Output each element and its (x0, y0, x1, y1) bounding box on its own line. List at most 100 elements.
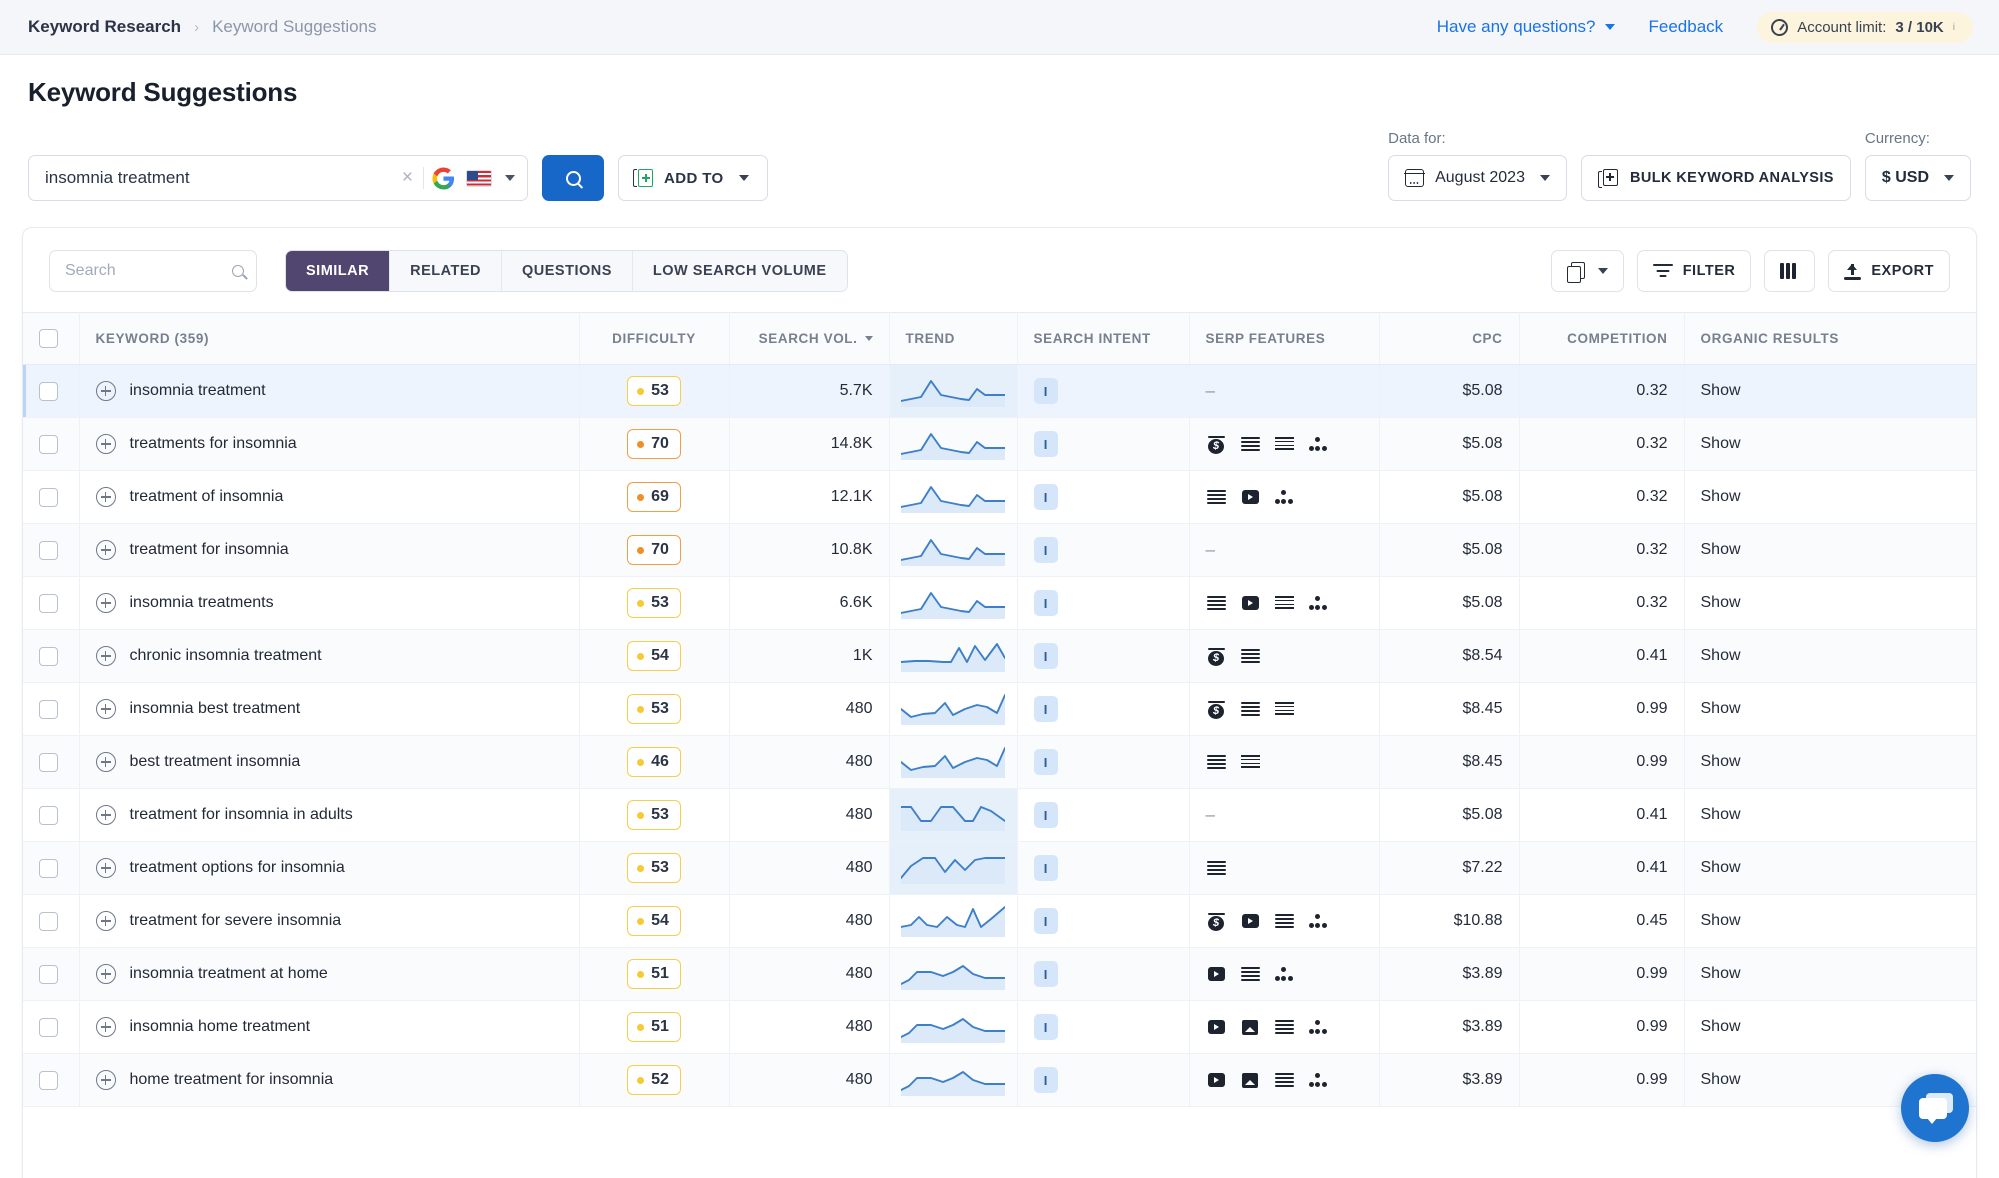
show-organic-results-link[interactable]: Show (1701, 965, 1741, 982)
table-row[interactable]: treatment options for insomnia 53 480 I $7.2… (23, 841, 1976, 895)
row-checkbox[interactable] (39, 1070, 58, 1090)
column-serp-features[interactable]: SERP FEATURES (1189, 312, 1380, 365)
currency-select[interactable]: $ USD (1864, 155, 1971, 201)
table-row[interactable]: treatment of insomnia 69 12.1K I $5.08 0.32 Sh… (23, 470, 1976, 524)
filter-button[interactable]: FILTER (1636, 250, 1752, 292)
row-checkbox[interactable] (39, 911, 58, 931)
us-flag-icon[interactable] (466, 169, 492, 187)
add-keyword-icon[interactable] (95, 1070, 116, 1090)
add-keyword-icon[interactable] (95, 487, 116, 507)
add-keyword-icon[interactable] (95, 593, 116, 613)
google-icon[interactable] (432, 166, 455, 190)
keyword-label[interactable]: treatment for insomnia in adults (130, 806, 353, 824)
add-keyword-icon[interactable] (95, 964, 116, 984)
show-organic-results-link[interactable]: Show (1701, 1018, 1741, 1035)
keyword-search-value[interactable]: insomnia treatment (45, 168, 394, 188)
keyword-label[interactable]: insomnia best treatment (130, 700, 301, 718)
keyword-label[interactable]: treatment of insomnia (130, 488, 284, 506)
show-organic-results-link[interactable]: Show (1701, 488, 1741, 505)
show-organic-results-link[interactable]: Show (1701, 647, 1741, 664)
add-to-button[interactable]: ADD TO (618, 155, 768, 201)
table-row[interactable]: insomnia best treatment 53 480 I $8.450.99 Sh… (23, 682, 1976, 736)
keyword-label[interactable]: home treatment for insomnia (130, 1071, 334, 1089)
keyword-label[interactable]: insomnia home treatment (130, 1018, 311, 1036)
row-checkbox[interactable] (39, 646, 58, 666)
column-organic-results[interactable]: ORGANIC RESULTS (1684, 312, 1976, 365)
show-organic-results-link[interactable]: Show (1701, 912, 1741, 929)
row-checkbox[interactable] (39, 381, 58, 401)
tab-low-search-volume[interactable]: LOW SEARCH VOLUME (632, 251, 847, 291)
table-row[interactable]: treatment for severe insomnia 54 480 I $10.8… (23, 894, 1976, 948)
show-organic-results-link[interactable]: Show (1701, 1071, 1741, 1088)
row-checkbox[interactable] (39, 964, 58, 984)
row-checkbox[interactable] (39, 805, 58, 825)
column-search-intent[interactable]: SEARCH INTENT (1017, 312, 1190, 365)
account-limit-badge[interactable]: Account limit: 3 / 10K i (1757, 11, 1973, 43)
add-keyword-icon[interactable] (95, 699, 116, 719)
chevron-down-icon[interactable] (505, 175, 515, 181)
row-checkbox[interactable] (39, 540, 58, 560)
show-organic-results-link[interactable]: Show (1701, 382, 1741, 399)
add-keyword-icon[interactable] (95, 752, 116, 772)
table-row[interactable]: treatment for insomnia 70 10.8K I – $5.08 0.32… (23, 523, 1976, 577)
keyword-label[interactable]: treatment for severe insomnia (130, 912, 342, 930)
show-organic-results-link[interactable]: Show (1701, 806, 1741, 823)
table-row[interactable]: chronic insomnia treatment 54 1K I $8.540.41… (23, 629, 1976, 683)
show-organic-results-link[interactable]: Show (1701, 435, 1741, 452)
row-checkbox[interactable] (39, 1017, 58, 1037)
row-checkbox[interactable] (39, 487, 58, 507)
table-row[interactable]: treatments for insomnia 70 14.8K I $5.080.32… (23, 417, 1976, 471)
keyword-label[interactable]: best treatment insomnia (130, 753, 301, 771)
tab-questions[interactable]: QUESTIONS (502, 251, 633, 291)
keyword-label[interactable]: insomnia treatments (130, 594, 274, 612)
table-row[interactable]: insomnia treatment 53 5.7K I – $5.08 0.32 Show (23, 364, 1976, 418)
export-button[interactable]: EXPORT (1828, 250, 1950, 292)
row-checkbox[interactable] (39, 752, 58, 772)
table-row[interactable]: best treatment insomnia 46 480 I $8.45 0.99 Sh… (23, 735, 1976, 789)
row-checkbox[interactable] (39, 858, 58, 878)
chat-widget-button[interactable] (1901, 1074, 1969, 1142)
have-questions-dropdown[interactable]: Have any questions? (1437, 17, 1615, 37)
add-keyword-icon[interactable] (95, 858, 116, 878)
row-checkbox[interactable] (39, 434, 58, 454)
column-cpc[interactable]: CPC (1379, 312, 1520, 365)
add-keyword-icon[interactable] (95, 540, 116, 560)
keyword-label[interactable]: chronic insomnia treatment (130, 647, 322, 665)
show-organic-results-link[interactable]: Show (1701, 859, 1741, 876)
column-keyword[interactable]: KEYWORD (359) (79, 312, 580, 365)
columns-button[interactable] (1764, 250, 1816, 292)
column-trend[interactable]: TREND (889, 312, 1018, 365)
keyword-label[interactable]: treatment options for insomnia (130, 859, 345, 877)
column-search-volume[interactable]: SEARCH VOL. (729, 312, 890, 365)
show-organic-results-link[interactable]: Show (1701, 594, 1741, 611)
add-keyword-icon[interactable] (95, 911, 116, 931)
keyword-label[interactable]: insomnia treatment (130, 382, 266, 400)
add-keyword-icon[interactable] (95, 434, 116, 454)
table-row[interactable]: insomnia treatment at home 51 480 I $3.89 0.9… (23, 947, 1976, 1001)
column-difficulty[interactable]: DIFFICULTY (579, 312, 730, 365)
add-keyword-icon[interactable] (95, 381, 116, 401)
show-organic-results-link[interactable]: Show (1701, 700, 1741, 717)
keyword-label[interactable]: insomnia treatment at home (130, 965, 328, 983)
add-keyword-icon[interactable] (95, 646, 116, 666)
keyword-label[interactable]: treatment for insomnia (130, 541, 289, 559)
feedback-link[interactable]: Feedback (1649, 17, 1724, 37)
show-organic-results-link[interactable]: Show (1701, 541, 1741, 558)
breadcrumb-root[interactable]: Keyword Research (28, 17, 181, 37)
copy-button[interactable] (1550, 250, 1624, 292)
add-keyword-icon[interactable] (95, 1017, 116, 1037)
show-organic-results-link[interactable]: Show (1701, 753, 1741, 770)
clear-icon[interactable]: × (394, 167, 421, 189)
table-row[interactable]: home treatment for insomnia 52 480 I $3.89 0.… (23, 1053, 1976, 1107)
tab-related[interactable]: RELATED (390, 251, 503, 291)
select-all-checkbox[interactable] (39, 329, 58, 348)
table-row[interactable]: insomnia home treatment 51 480 I $3.89 0.99 Sh… (23, 1000, 1976, 1054)
bulk-keyword-analysis-button[interactable]: BULK KEYWORD ANALYSIS (1580, 155, 1851, 201)
table-row[interactable]: treatment for insomnia in adults 53 480 I – $… (23, 788, 1976, 842)
table-search-input[interactable]: Search (49, 250, 257, 292)
tab-similar[interactable]: SIMILAR (286, 251, 391, 291)
date-picker-button[interactable]: August 2023 (1388, 155, 1567, 201)
keyword-label[interactable]: treatments for insomnia (130, 435, 297, 453)
add-keyword-icon[interactable] (95, 805, 116, 825)
row-checkbox[interactable] (39, 593, 58, 613)
